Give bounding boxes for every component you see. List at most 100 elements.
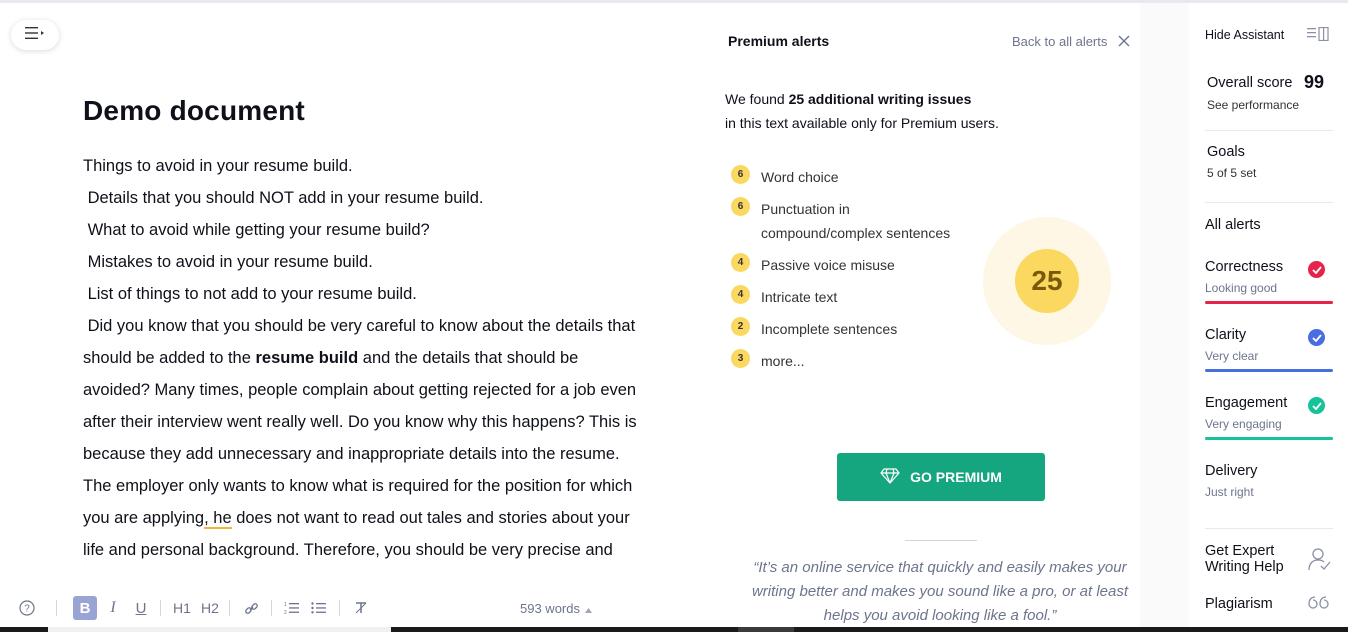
document-area[interactable]: Demo document Things to avoid in your re… bbox=[0, 3, 700, 632]
issue-count-badge: 2 bbox=[731, 317, 750, 336]
category-status: Very engaging bbox=[1205, 417, 1282, 431]
found-issues-text: We found 25 additional writing issues in… bbox=[725, 87, 1045, 135]
bold-button[interactable]: B bbox=[73, 596, 97, 620]
testimonial-quote: “It’s an online service that quickly and… bbox=[751, 559, 1129, 624]
hamburger-menu-icon bbox=[25, 26, 45, 45]
found-count: 25 additional writing issues bbox=[788, 91, 972, 107]
issue-count-badge: 4 bbox=[731, 253, 750, 272]
help-circle-icon[interactable]: ? bbox=[18, 591, 36, 625]
premium-issue-total: 25 bbox=[1015, 249, 1079, 313]
check-icon bbox=[1308, 261, 1325, 278]
back-to-all-alerts-link[interactable]: Back to all alerts bbox=[1012, 34, 1107, 49]
category-name: Delivery bbox=[1205, 463, 1258, 479]
category-engagement[interactable]: Engagement Very engaging bbox=[1205, 395, 1333, 443]
category-status: Just right bbox=[1205, 485, 1254, 499]
hide-assistant-button[interactable]: Hide Assistant bbox=[1205, 28, 1284, 42]
document-line[interactable]: Details that you should NOT add in your … bbox=[83, 182, 643, 214]
category-delivery[interactable]: Delivery Just right bbox=[1205, 463, 1333, 511]
issue-label: Punctuation in compound/complex sentence… bbox=[761, 201, 951, 241]
issue-count-badge: 6 bbox=[731, 197, 750, 216]
panel-toggle-icon[interactable] bbox=[1307, 26, 1331, 43]
caret-up-icon bbox=[584, 601, 592, 616]
category-clarity[interactable]: Clarity Very clear bbox=[1205, 327, 1333, 375]
word-count[interactable]: 593 words bbox=[520, 591, 592, 625]
toolbar-divider bbox=[271, 600, 272, 616]
issue-label: Word choice bbox=[761, 169, 839, 185]
expert-person-icon[interactable] bbox=[1307, 547, 1333, 575]
expert-help-label: Get Expert Writing Help bbox=[1205, 543, 1284, 575]
issue-label: Passive voice misuse bbox=[761, 257, 895, 273]
document-title[interactable]: Demo document bbox=[83, 95, 305, 127]
underline-button[interactable]: U bbox=[132, 591, 150, 625]
toolbar-divider bbox=[160, 600, 161, 616]
clear-formatting-icon[interactable] bbox=[351, 591, 371, 625]
divider bbox=[1205, 202, 1333, 203]
see-performance-link[interactable]: See performance bbox=[1207, 98, 1299, 112]
paragraph-text: and the details that should be avoided? … bbox=[83, 349, 637, 527]
category-correctness[interactable]: Correctness Looking good bbox=[1205, 259, 1333, 307]
goals-status[interactable]: 5 of 5 set bbox=[1207, 166, 1256, 180]
bold-text: resume build bbox=[255, 349, 359, 367]
check-icon bbox=[1308, 329, 1325, 346]
issue-item: 2 Incomplete sentences bbox=[731, 317, 971, 341]
toolbar-divider bbox=[56, 600, 57, 616]
overall-score-label[interactable]: Overall score bbox=[1207, 75, 1292, 91]
bottom-strip bbox=[0, 627, 1348, 632]
toolbar-divider bbox=[339, 600, 340, 616]
svg-text:2: 2 bbox=[284, 610, 287, 615]
divider bbox=[1205, 130, 1333, 131]
document-line[interactable]: What to avoid while getting your resume … bbox=[83, 214, 643, 246]
divider bbox=[905, 540, 977, 541]
issue-list: 6 Word choice 6 Punctuation in compound/… bbox=[731, 165, 971, 381]
strip-segment bbox=[48, 627, 391, 632]
expert-help-link[interactable]: Get Expert Writing Help bbox=[1205, 543, 1305, 575]
issue-label: Intricate text bbox=[761, 289, 838, 305]
category-bar bbox=[1205, 437, 1333, 440]
check-icon bbox=[1308, 397, 1325, 414]
panel-title: Premium alerts bbox=[728, 33, 830, 49]
numbered-list-icon[interactable]: 12 bbox=[282, 591, 302, 625]
goals-label[interactable]: Goals bbox=[1207, 144, 1245, 160]
divider bbox=[1205, 528, 1333, 529]
italic-button[interactable]: I bbox=[104, 591, 122, 625]
all-alerts-link[interactable]: All alerts bbox=[1205, 217, 1261, 233]
go-premium-label: GO PREMIUM bbox=[910, 469, 1002, 485]
found-prefix: We found bbox=[725, 91, 789, 107]
formatting-toolbar: ? B I U H1 H2 12 593 words bbox=[0, 591, 700, 625]
go-premium-button[interactable]: GO PREMIUM bbox=[837, 453, 1045, 501]
toolbar-divider bbox=[229, 600, 230, 616]
document-line[interactable]: Mistakes to avoid in your resume build. bbox=[83, 246, 643, 278]
found-suffix: in this text available only for Premium … bbox=[725, 115, 999, 131]
heading1-button[interactable]: H1 bbox=[171, 591, 193, 625]
issue-label[interactable]: more... bbox=[761, 349, 971, 373]
issue-item-more[interactable]: 3 more... bbox=[731, 349, 971, 373]
category-status: Very clear bbox=[1205, 349, 1259, 363]
close-icon[interactable] bbox=[1118, 34, 1132, 48]
svg-text:?: ? bbox=[24, 604, 30, 615]
issue-item: 6 Word choice bbox=[731, 165, 971, 189]
document-line[interactable]: Things to avoid in your resume build. bbox=[83, 150, 643, 182]
heading2-button[interactable]: H2 bbox=[199, 591, 221, 625]
premium-alerts-panel: Premium alerts Back to all alerts We fou… bbox=[700, 3, 1140, 627]
category-name: Engagement bbox=[1205, 395, 1288, 411]
menu-button[interactable] bbox=[11, 20, 59, 50]
issue-label: Incomplete sentences bbox=[761, 321, 898, 337]
document-body[interactable]: Things to avoid in your resume build. De… bbox=[83, 150, 643, 582]
flagged-text[interactable]: , he bbox=[204, 509, 232, 529]
bullet-list-icon[interactable] bbox=[309, 591, 329, 625]
strip-segment bbox=[738, 627, 794, 632]
issue-item: 4 Passive voice misuse bbox=[731, 253, 971, 277]
panel-gutter bbox=[1140, 3, 1189, 627]
link-icon[interactable] bbox=[241, 591, 261, 625]
issue-count-badge: 3 bbox=[731, 349, 750, 368]
premium-issue-total-circle: 25 bbox=[983, 217, 1111, 345]
plagiarism-link[interactable]: Plagiarism bbox=[1205, 596, 1273, 612]
overall-score-value[interactable]: 99 bbox=[1304, 72, 1324, 93]
category-name: Clarity bbox=[1205, 327, 1247, 343]
issue-count-badge: 6 bbox=[731, 165, 750, 184]
document-paragraph[interactable]: Did you know that you should be very car… bbox=[83, 310, 643, 566]
document-line[interactable]: List of things to not add to your resume… bbox=[83, 278, 643, 310]
diamond-icon bbox=[880, 467, 910, 487]
category-bar bbox=[1205, 301, 1333, 304]
quote-marks-icon[interactable] bbox=[1307, 595, 1333, 615]
